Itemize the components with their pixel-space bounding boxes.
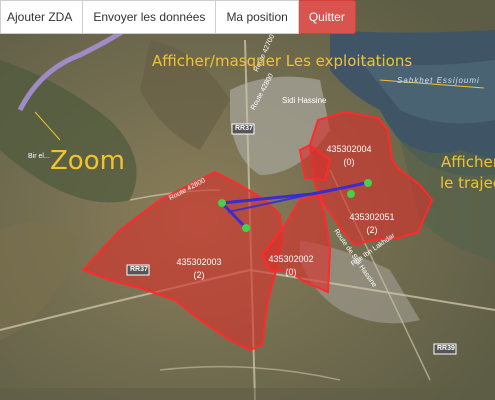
parcel-id: 435302004: [326, 144, 372, 154]
parcel-count: (2): [193, 270, 205, 280]
rr39-shield-label: RR39: [437, 345, 455, 352]
parcel-label-435302003: 435302003 (2): [176, 256, 222, 282]
show-route-annotation-line2: le trajec: [440, 174, 495, 192]
rr37-shield-label: RR37: [235, 125, 253, 132]
place-label: Bir el...: [28, 153, 50, 160]
parcel-count: (0): [285, 267, 297, 277]
parcel-id: 435302051: [349, 212, 395, 222]
show-route-annotation-line1: Afficher: [441, 153, 495, 171]
parcel-label-435302051: 435302051 (2): [349, 211, 395, 237]
rr37-shield-label: RR37: [130, 266, 148, 273]
parcel-label-435302004: 435302004 (0): [326, 143, 372, 169]
toolbar: Ajouter ZDA Envoyer les données Ma posit…: [0, 0, 356, 34]
sebkha-label: Sabkhet Essijoumi: [397, 76, 480, 85]
my-position-button[interactable]: Ma position: [216, 0, 299, 34]
quit-button[interactable]: Quitter: [298, 0, 356, 34]
waypoint-marker[interactable]: [242, 224, 250, 232]
waypoint-marker[interactable]: [218, 199, 226, 207]
terrain-strip: [0, 388, 495, 400]
parcel-label-435302002: 435302002 (0): [268, 253, 314, 279]
parcel-count: (2): [366, 225, 378, 235]
parcel-count: (0): [343, 157, 355, 167]
parcel-id: 435302002: [268, 254, 314, 264]
add-zda-button[interactable]: Ajouter ZDA: [0, 0, 84, 34]
toggle-exploitations-annotation: Afficher/masquer Les exploitations: [152, 52, 413, 70]
waypoint-marker[interactable]: [347, 190, 355, 198]
zoom-annotation: Zoom: [50, 146, 125, 176]
waypoint-marker[interactable]: [364, 179, 372, 187]
parcel-id: 435302003: [176, 257, 222, 267]
send-data-button[interactable]: Envoyer les données: [83, 0, 217, 34]
sidi-hassine-label: Sidi Hassine: [282, 96, 327, 105]
